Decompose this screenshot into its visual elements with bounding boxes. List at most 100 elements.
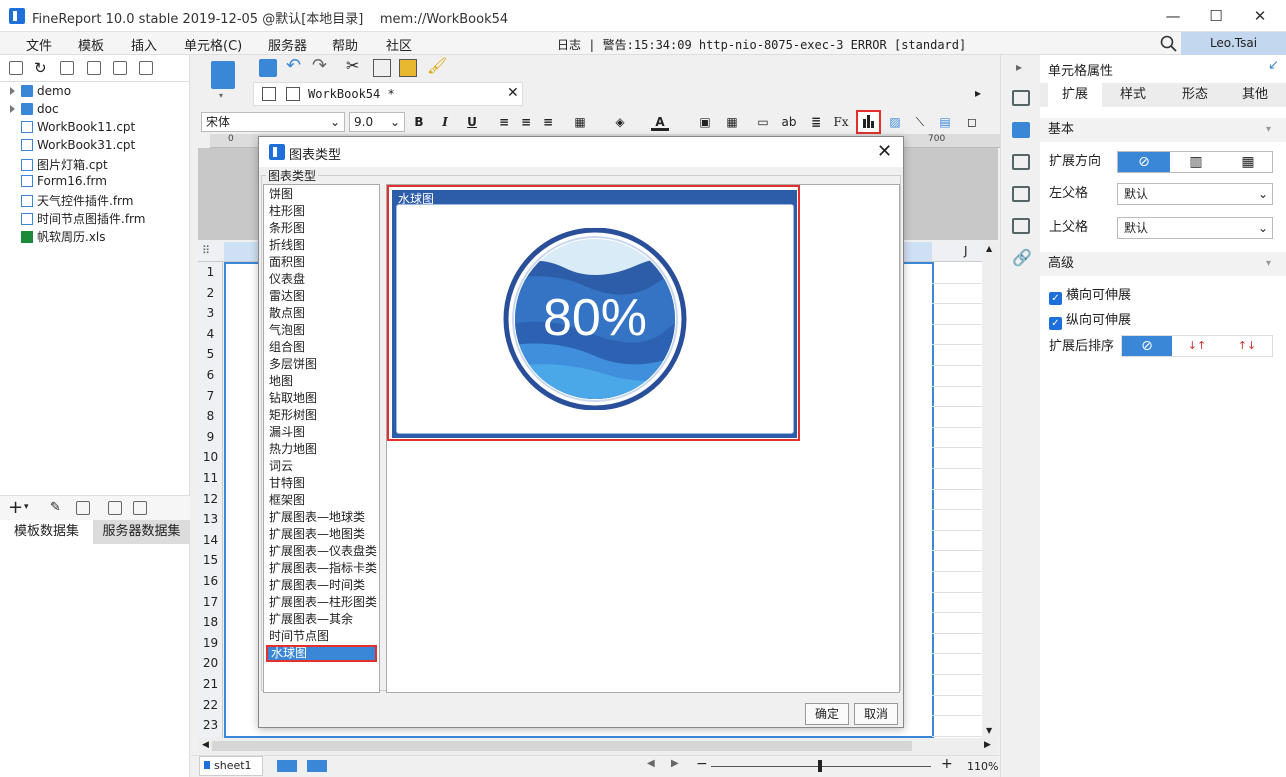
- refresh-icon[interactable]: ↻: [34, 59, 47, 77]
- add-poly-sheet-icon[interactable]: [307, 760, 327, 772]
- chart-type-item[interactable]: 面积图: [266, 254, 377, 271]
- rich-text-icon[interactable]: ≣: [807, 113, 825, 131]
- sub-report-icon[interactable]: ▤: [936, 113, 954, 131]
- chart-type-item[interactable]: 柱形图: [266, 203, 377, 220]
- prev-sheet-icon[interactable]: ◀: [647, 758, 655, 769]
- condition-attributes-icon[interactable]: [1012, 218, 1030, 234]
- chart-type-item[interactable]: 甘特图: [266, 475, 377, 492]
- menu-server[interactable]: 服务器: [268, 35, 307, 54]
- float-element-icon[interactable]: ◻: [963, 113, 981, 131]
- copy-icon[interactable]: [373, 59, 391, 77]
- dataset-settings-icon[interactable]: [133, 501, 147, 515]
- row-number[interactable]: 11: [198, 471, 223, 485]
- chart-type-item[interactable]: 扩展图表—指标卡类: [266, 560, 377, 577]
- sort-ascending-icon[interactable]: ↓↑: [1172, 336, 1222, 356]
- menu-template[interactable]: 模板: [78, 35, 104, 54]
- row-number[interactable]: 7: [198, 389, 223, 403]
- scroll-left-icon[interactable]: ◀: [202, 740, 209, 750]
- edit-icon[interactable]: ✎: [50, 500, 61, 515]
- maximize-button[interactable]: ☐: [1206, 6, 1226, 26]
- zoom-out-button[interactable]: −: [696, 756, 708, 772]
- widget-icon[interactable]: [1012, 186, 1030, 202]
- chart-type-item[interactable]: 扩展图表—地球类: [266, 509, 377, 526]
- chart-type-item[interactable]: 条形图: [266, 220, 377, 237]
- chevron-down-icon[interactable]: ▾: [24, 502, 29, 512]
- row-number[interactable]: 6: [198, 368, 223, 382]
- image-icon[interactable]: ▨: [886, 113, 904, 131]
- cell-attributes-icon[interactable]: [1012, 90, 1030, 106]
- horizontal-expand-icon[interactable]: ▦: [1222, 152, 1274, 172]
- text-cell-icon[interactable]: ▭: [754, 113, 772, 131]
- chart-type-item[interactable]: 矩形树图: [266, 407, 377, 424]
- close-tab-icon[interactable]: ✕: [507, 85, 519, 101]
- add-dataset-icon[interactable]: +: [8, 497, 23, 518]
- chart-type-item[interactable]: 散点图: [266, 305, 377, 322]
- vertical-expand-checkbox[interactable]: ✓ 纵向可伸展: [1049, 309, 1131, 330]
- copy-icon[interactable]: [139, 61, 153, 75]
- chart-type-item[interactable]: 时间节点图: [266, 628, 377, 645]
- cut-icon[interactable]: ✂: [346, 56, 359, 75]
- open-file-icon[interactable]: [60, 61, 74, 75]
- row-number[interactable]: 8: [198, 409, 223, 423]
- row-number[interactable]: 17: [198, 595, 223, 609]
- row-number[interactable]: 23: [198, 718, 223, 732]
- menu-cell[interactable]: 单元格(C): [184, 35, 242, 54]
- chart-thumbnail[interactable]: 水球图 80%: [392, 190, 797, 438]
- chart-type-item[interactable]: 多层饼图: [266, 356, 377, 373]
- chart-type-item[interactable]: 扩展图表—仪表盘类: [266, 543, 377, 560]
- tree-item[interactable]: 天气控件插件.frm: [10, 192, 133, 210]
- row-number[interactable]: 5: [198, 347, 223, 361]
- scroll-up-icon[interactable]: ▲: [986, 244, 992, 253]
- tree-item[interactable]: 时间节点图插件.frm: [10, 210, 145, 228]
- row-number[interactable]: 1: [198, 265, 223, 279]
- row-number[interactable]: 21: [198, 677, 223, 691]
- chart-type-item[interactable]: 饼图: [266, 186, 377, 203]
- hyperlink-icon[interactable]: 🔗: [1012, 248, 1032, 267]
- align-left-icon[interactable]: ≡: [495, 113, 513, 131]
- chart-type-item[interactable]: 扩展图表—其余: [266, 611, 377, 628]
- chart-type-item[interactable]: 水球图: [266, 645, 377, 662]
- chart-type-item[interactable]: 钻取地图: [266, 390, 377, 407]
- row-number[interactable]: 18: [198, 615, 223, 629]
- no-expand-icon[interactable]: ⊘: [1118, 152, 1170, 172]
- section-advanced[interactable]: 高级 ▾: [1040, 252, 1286, 276]
- text-icon[interactable]: ab: [780, 113, 798, 131]
- collapse-toolbar-icon[interactable]: ▸: [975, 86, 981, 100]
- chart-type-item[interactable]: 词云: [266, 458, 377, 475]
- tree-item[interactable]: Form16.frm: [10, 174, 107, 192]
- border-icon[interactable]: ▦: [571, 113, 589, 131]
- row-number[interactable]: 10: [198, 450, 223, 464]
- horizontal-expand-checkbox[interactable]: ✓ 横向可伸展: [1049, 284, 1131, 305]
- font-name-select[interactable]: 宋体 ⌄: [201, 112, 345, 132]
- zoom-slider-thumb[interactable]: [818, 760, 822, 772]
- chevron-right-icon[interactable]: [10, 87, 15, 95]
- log-status[interactable]: 日志 | 警告:15:34:09 http-nio-8075-exec-3 ER…: [557, 36, 966, 53]
- menu-file[interactable]: 文件: [26, 35, 52, 54]
- chart-type-item[interactable]: 雷达图: [266, 288, 377, 305]
- chart-type-item[interactable]: 扩展图表—柱形图类: [266, 594, 377, 611]
- up-parent-select[interactable]: 默认 ⌄: [1117, 217, 1273, 239]
- pin-icon[interactable]: ↙: [1268, 58, 1279, 73]
- paste-icon[interactable]: [399, 59, 417, 77]
- menu-community[interactable]: 社区: [386, 35, 412, 54]
- close-window-button[interactable]: ✕: [1250, 6, 1270, 26]
- row-number[interactable]: 15: [198, 553, 223, 567]
- ok-button[interactable]: 确定: [805, 703, 849, 725]
- chart-type-item[interactable]: 仪表盘: [266, 271, 377, 288]
- formula-icon[interactable]: Fx: [832, 113, 850, 131]
- search-icon[interactable]: [1160, 35, 1178, 56]
- row-number[interactable]: 4: [198, 327, 223, 341]
- tree-item[interactable]: 帆软周历.xls: [10, 228, 106, 246]
- sheet-tab[interactable]: sheet1: [199, 756, 263, 776]
- chart-type-item[interactable]: 热力地图: [266, 441, 377, 458]
- row-number[interactable]: 14: [198, 533, 223, 547]
- settings-icon[interactable]: [87, 61, 101, 75]
- chevron-down-icon[interactable]: ▾: [219, 91, 223, 100]
- undo-icon[interactable]: ↶: [286, 55, 301, 76]
- bold-button[interactable]: B: [410, 113, 428, 131]
- scroll-thumb[interactable]: [212, 741, 912, 751]
- row-number[interactable]: 19: [198, 636, 223, 650]
- row-number[interactable]: 3: [198, 306, 223, 320]
- new-folder-icon[interactable]: [9, 61, 23, 75]
- tree-item[interactable]: demo: [10, 84, 71, 102]
